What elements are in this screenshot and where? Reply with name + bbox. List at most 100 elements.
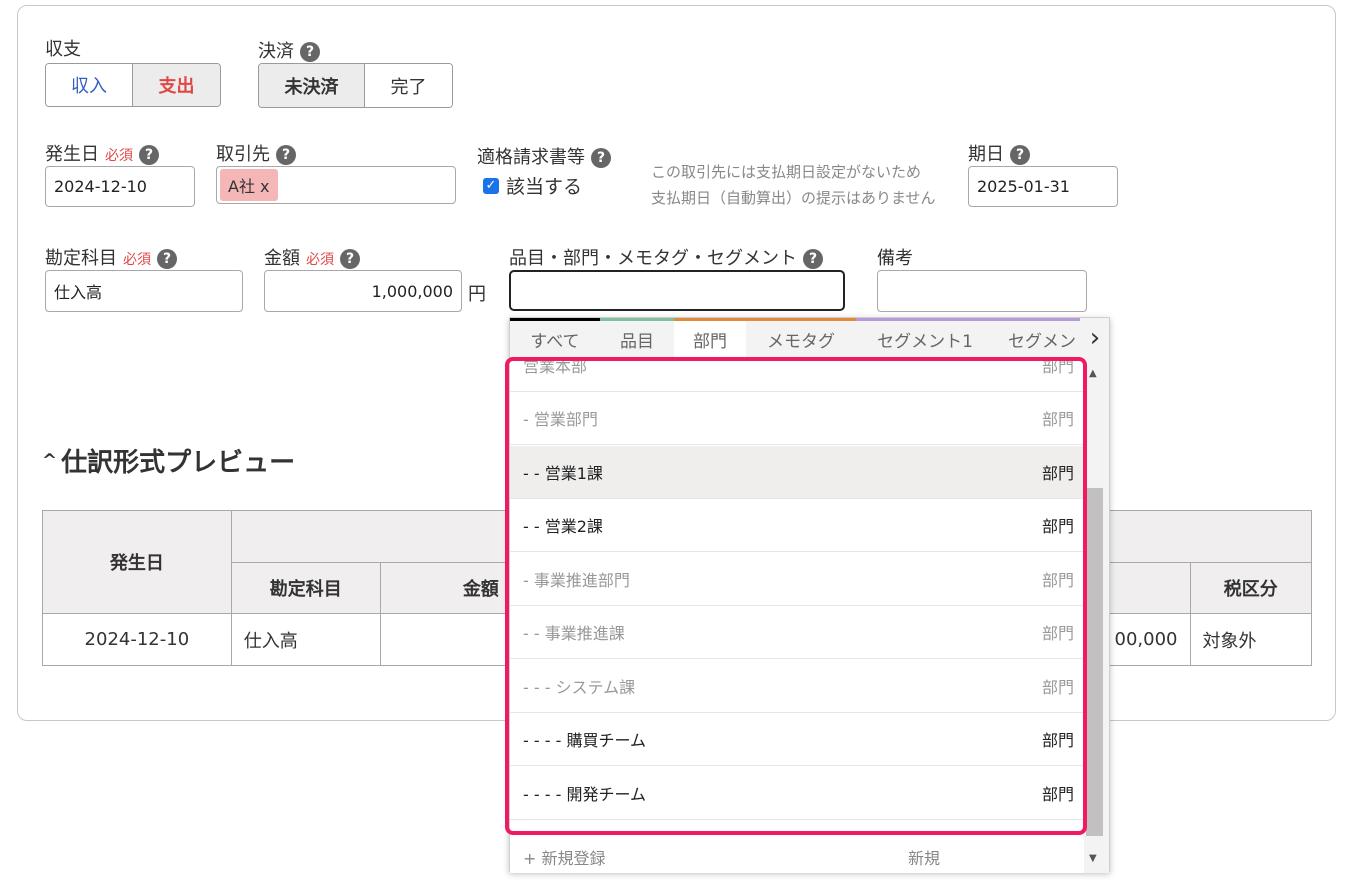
list-item[interactable]: - - 事業推進課 部門 (510, 606, 1084, 659)
preview-title: 仕訳形式プレビュー (61, 448, 296, 478)
list-item-name: - 営業部門 (523, 410, 598, 429)
completed-option[interactable]: 完了 (365, 64, 452, 107)
list-item-type: 部門 (1041, 678, 1074, 697)
tags-label: 品目・部門・メモタグ・セグメント? (509, 244, 823, 270)
tags-input[interactable] (509, 270, 845, 311)
new-register-label: + 新規登録 (523, 848, 606, 868)
tags-help-icon[interactable]: ? (803, 249, 823, 269)
list-item-name: 営業本部 (523, 358, 588, 376)
scrollbar-thumb[interactable] (1086, 488, 1103, 836)
tag-tabs: すべて 品目 部門 メモタグ セグメント1 セグメン › (510, 318, 1109, 359)
header-blank (1101, 562, 1191, 614)
income-option[interactable]: 収入 (46, 64, 133, 106)
list-item-type: 部門 (1041, 785, 1074, 804)
tag-list: 営業本部 部門 - 営業部門 部門 - - 営業1課 部門 - - 営業2課 部門 - … (510, 358, 1084, 840)
row-date: 2024-12-10 (42, 613, 232, 666)
account-help-icon[interactable]: ? (157, 249, 177, 269)
list-item[interactable]: - 事業推進部門 部門 (510, 553, 1084, 606)
settlement-toggle: 未決済 完了 (258, 63, 453, 108)
due-date-label: 期日? (968, 140, 1030, 166)
date-input[interactable]: 2024-12-10 (45, 166, 195, 207)
tag-dropdown: すべて 品目 部門 メモタグ セグメント1 セグメン › 営業本部 部門 - 営業… (509, 317, 1110, 873)
partner-chip[interactable]: A社 x (220, 169, 278, 201)
amount-unit: 円 (468, 284, 486, 305)
list-item-name: - - 営業2課 (523, 517, 603, 536)
tab-item[interactable]: 品目 (600, 318, 674, 358)
amount-help-icon[interactable]: ? (340, 249, 360, 269)
notice-line-1: この取引先には支払期日設定がないため (651, 163, 922, 181)
income-expense-toggle: 収入 支出 (45, 63, 221, 107)
new-register-type: 新規 (908, 848, 941, 868)
partner-input[interactable]: A社 x (216, 166, 456, 204)
tab-department[interactable]: 部門 (674, 318, 746, 358)
list-item-type: 部門 (1041, 571, 1074, 590)
invoice-checkbox[interactable]: ✓ (483, 177, 499, 194)
list-item[interactable]: - - - - 購買チーム 部門 (510, 713, 1084, 766)
list-item[interactable]: - 営業部門 部門 (510, 392, 1084, 445)
settlement-label-text: 決済 (258, 41, 294, 62)
amount-label: 金額 必須? (264, 244, 360, 270)
due-date-help-icon[interactable]: ? (1010, 145, 1030, 165)
memo-label: 備考 (877, 248, 913, 269)
amount-required-badge: 必須 (306, 252, 334, 268)
date-label-text: 発生日 (45, 144, 99, 165)
date-required-badge: 必須 (105, 148, 133, 164)
list-item[interactable]: - - - システム課 部門 (510, 660, 1084, 713)
preview-heading[interactable]: ^ 仕訳形式プレビュー (42, 442, 295, 479)
list-item-name: - 事業推進部門 (523, 571, 630, 590)
list-item-name: - - 営業1課 (523, 464, 603, 483)
tab-segment-2[interactable]: セグメン (994, 318, 1080, 358)
header-tax: 税区分 (1189, 562, 1313, 614)
list-item-type: 部門 (1041, 464, 1074, 483)
date-help-icon[interactable]: ? (139, 145, 159, 165)
list-item-type: 部門 (1041, 624, 1074, 643)
list-item-type: 部門 (1041, 731, 1074, 750)
row-tax: 対象外 (1189, 613, 1313, 666)
invoice-help-icon[interactable]: ? (591, 148, 611, 168)
invoice-label: 適格請求書等? (477, 143, 611, 169)
memo-input[interactable] (877, 270, 1087, 312)
account-required-badge: 必須 (123, 252, 151, 268)
list-item[interactable]: - - 営業1課 部門 (510, 446, 1084, 499)
list-item-name: - - - - 開発チーム (523, 785, 646, 804)
list-item-name: - - 事業推進課 (523, 624, 625, 643)
header-date: 発生日 (42, 510, 232, 614)
chevron-right-icon[interactable]: › (1080, 318, 1109, 358)
settlement-label: 決済? (258, 37, 320, 63)
tab-all[interactable]: すべて (510, 318, 600, 358)
chevron-up-icon[interactable]: ^ (42, 450, 57, 471)
partner-label: 取引先? (216, 140, 296, 166)
list-item[interactable]: - - 営業2課 部門 (510, 499, 1084, 552)
scroll-down-icon[interactable]: ▼ (1089, 853, 1097, 864)
list-item-name: - - - - 購買チーム (523, 731, 646, 750)
list-item-name: - - - システム課 (523, 678, 636, 697)
settlement-help-icon[interactable]: ? (300, 42, 320, 62)
expense-option[interactable]: 支出 (133, 64, 220, 106)
tab-segment-1[interactable]: セグメント1 (856, 318, 994, 358)
list-item-type: 部門 (1041, 517, 1074, 536)
account-input[interactable]: 仕入高 (45, 270, 243, 312)
header-account: 勘定科目 (230, 562, 381, 614)
income-expense-label: 収支 (45, 39, 81, 60)
list-item[interactable]: - - - - 開発チーム 部門 (510, 767, 1084, 820)
partner-label-text: 取引先 (216, 144, 270, 165)
new-register-row[interactable]: + 新規登録 新規 (510, 840, 1084, 873)
partner-help-icon[interactable]: ? (276, 145, 296, 165)
list-item-type: 部門 (1041, 358, 1074, 376)
invoice-checkbox-row: ✓ 該当する (483, 172, 582, 199)
list-scrollbar[interactable]: ▲ ▼ (1083, 358, 1109, 873)
invoice-checkbox-label: 該当する (506, 176, 583, 198)
tab-memo-tag[interactable]: メモタグ (746, 318, 856, 358)
unsettled-option[interactable]: 未決済 (259, 64, 365, 107)
due-date-notice: この取引先には支払期日設定がないため 支払期日（自動算出）の提示はありません (651, 159, 936, 211)
notice-line-2: 支払期日（自動算出）の提示はありません (651, 189, 936, 207)
list-item[interactable]: 営業本部 部門 (510, 358, 1084, 392)
due-date-input[interactable]: 2025-01-31 (968, 166, 1118, 207)
due-date-label-text: 期日 (968, 144, 1004, 165)
account-label: 勘定科目 必須? (45, 244, 177, 270)
scroll-up-icon[interactable]: ▲ (1089, 368, 1097, 379)
account-label-text: 勘定科目 (45, 248, 117, 269)
amount-input[interactable]: 1,000,000 (264, 270, 462, 312)
invoice-label-text: 適格請求書等 (477, 147, 585, 168)
row-amount: 00,000 (1101, 613, 1191, 666)
